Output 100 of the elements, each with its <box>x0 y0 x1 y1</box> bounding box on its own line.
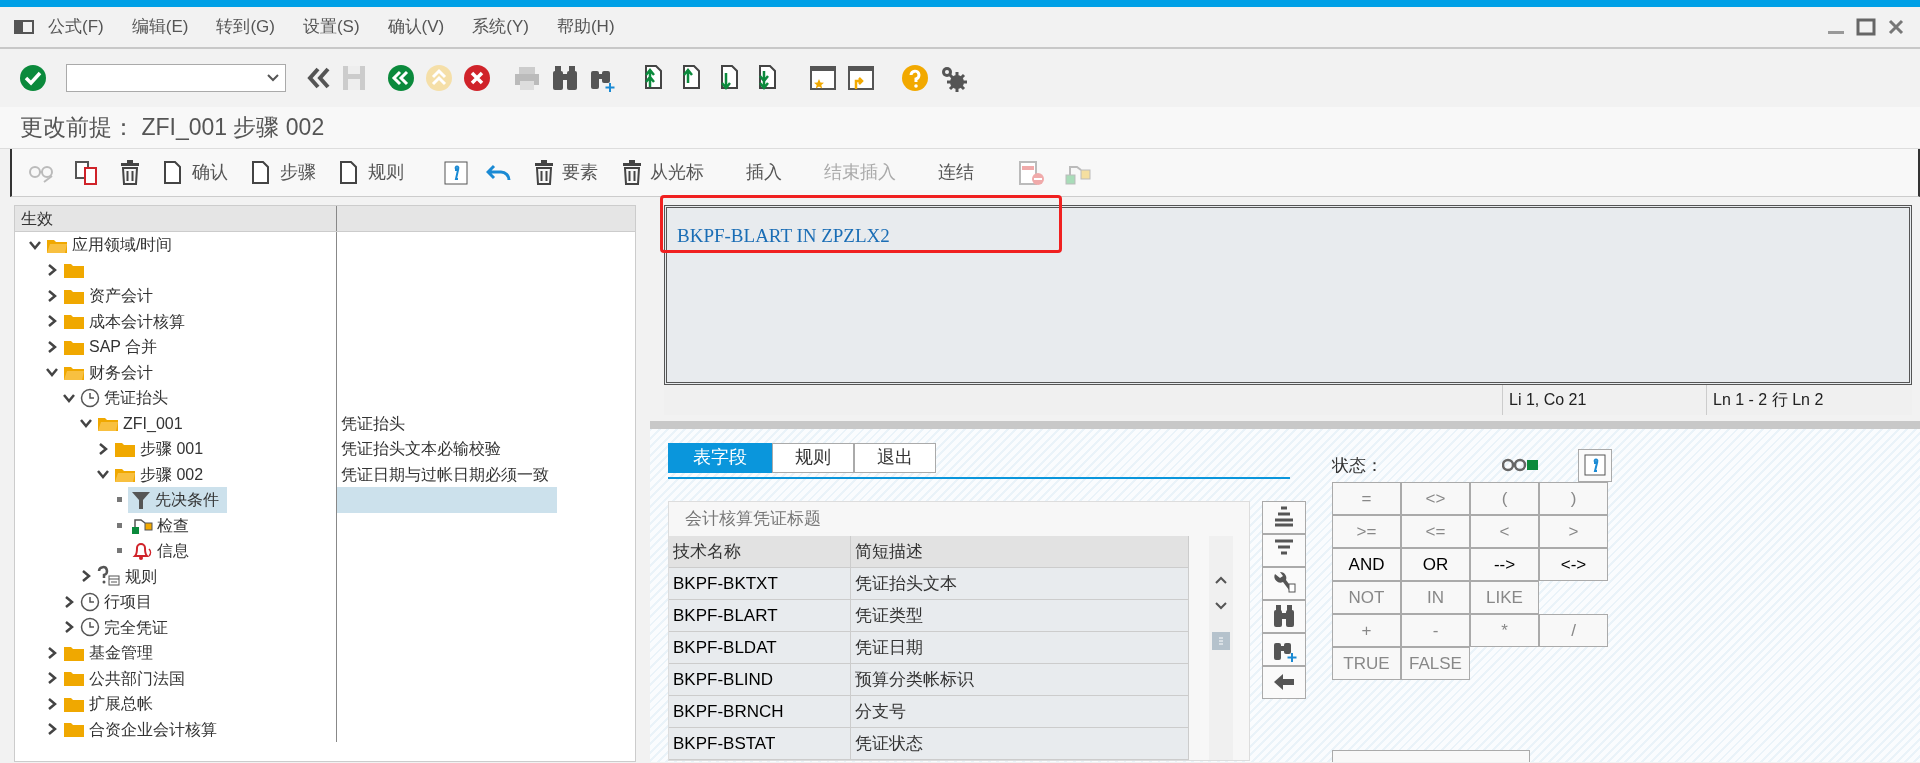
toolbar-button[interactable]: 规则 <box>330 157 412 188</box>
tab[interactable]: 退出 <box>854 442 936 473</box>
tree-item[interactable]: 步骤 002 <box>111 461 204 487</box>
menu-icon[interactable] <box>14 19 34 35</box>
menu-item[interactable]: 编辑(E) <box>117 14 203 40</box>
new-window-icon[interactable] <box>808 63 838 93</box>
maximize-icon[interactable] <box>1856 17 1876 37</box>
table-cell[interactable]: 分支号 <box>851 695 1189 727</box>
group-title: 会计核算凭证标题 <box>684 507 822 530</box>
operator-button[interactable]: <-> <box>1539 547 1608 581</box>
check-icon[interactable] <box>18 63 48 93</box>
expand-icon[interactable] <box>46 723 58 736</box>
collapse-icon[interactable] <box>46 367 58 378</box>
binoculars-button[interactable] <box>1262 599 1306 633</box>
scroll-thumb-icon[interactable] <box>1212 631 1230 650</box>
description-text: 凭证抬头文本必输校验 <box>341 440 501 457</box>
toolbar-button[interactable]: 从光标 <box>612 157 712 188</box>
tree-item[interactable]: SAP 合并 <box>60 334 158 360</box>
menu-item[interactable]: 帮助(H) <box>542 14 629 40</box>
table-cell[interactable]: BKPF-BKTXT <box>669 567 851 599</box>
info-button[interactable] <box>1578 448 1612 482</box>
tree-item[interactable]: 基金管理 <box>60 640 153 666</box>
tree-item[interactable]: 行项目 <box>77 589 152 615</box>
table-cell[interactable]: 预算分类帐标识 <box>851 663 1189 695</box>
table-cell[interactable]: BKPF-BLART <box>669 599 851 631</box>
expand-icon[interactable] <box>97 442 109 455</box>
question-table-icon <box>97 565 121 588</box>
scroll-down-icon[interactable] <box>1215 601 1227 610</box>
operator-button[interactable]: AND <box>1332 547 1401 581</box>
toolbar-button[interactable]: 连结 <box>930 157 982 188</box>
scroll-up-icon[interactable] <box>1215 575 1227 584</box>
expand-icon[interactable] <box>46 264 58 277</box>
command-field[interactable] <box>66 64 286 92</box>
scrollbar[interactable] <box>1209 535 1233 760</box>
expand-icon[interactable] <box>46 672 58 685</box>
table-cell[interactable]: 凭证抬头文本 <box>851 567 1189 599</box>
binoculars-icon <box>1271 603 1297 630</box>
collapse-icon[interactable] <box>80 418 92 429</box>
description-text: 凭证抬头 <box>341 414 405 432</box>
expand-icon[interactable] <box>80 570 92 583</box>
table-cell[interactable]: BKPF-BRNCH <box>669 695 851 727</box>
tree-item[interactable]: 规则 <box>94 563 157 589</box>
splitter-handle[interactable] <box>650 421 1920 429</box>
tree-item[interactable]: 合资企业会计核算 <box>60 716 217 742</box>
toolbar-button[interactable]: 要素 <box>524 157 606 188</box>
binoculars-plus-button[interactable] <box>1262 632 1306 666</box>
collapse-icon[interactable] <box>97 469 109 480</box>
filter-lines-button[interactable] <box>1262 533 1306 567</box>
expand-icon[interactable] <box>46 315 58 328</box>
table-cell[interactable]: 凭证类型 <box>851 599 1189 631</box>
screen-title: 更改前提： ZFI_001 步骤 002 <box>20 113 325 143</box>
operator-button[interactable]: OR <box>1401 547 1470 581</box>
folder-icon <box>63 669 85 688</box>
tree-item[interactable]: ZFI_001 <box>94 410 183 436</box>
wrench-button[interactable] <box>1262 566 1306 600</box>
table-cell[interactable]: 凭证状态 <box>851 727 1189 759</box>
cancel-icon[interactable] <box>462 63 492 93</box>
toolbar-button[interactable]: 插入 <box>738 157 790 188</box>
dropdown-icon[interactable] <box>267 74 279 82</box>
operator-button[interactable]: --> <box>1470 547 1539 581</box>
expand-icon[interactable] <box>63 621 75 634</box>
tree-item[interactable]: 检查 <box>128 512 189 538</box>
menu-item[interactable]: 公式(F) <box>34 14 118 40</box>
tab[interactable]: 规则 <box>772 442 854 473</box>
menu-item[interactable]: 转到(G) <box>202 14 289 40</box>
back-circle-icon[interactable] <box>386 63 416 93</box>
tree-item[interactable]: 扩展总帐 <box>60 691 153 717</box>
menu-item[interactable]: 设置(S) <box>288 14 374 40</box>
tree-item[interactable]: 成本会计核算 <box>60 308 185 334</box>
sort-ascending-button[interactable] <box>1262 500 1306 534</box>
tree-item[interactable]: 应用领域/时间 <box>43 232 173 258</box>
tree-item[interactable]: 完全凭证 <box>77 614 168 640</box>
collapse-icon[interactable] <box>29 239 41 250</box>
tree-item[interactable]: 信息 <box>128 538 189 564</box>
expand-icon[interactable] <box>46 289 58 302</box>
code-editor[interactable]: BKPF-BLART IN ZPZLX2 <box>664 205 1912 385</box>
tree-item[interactable]: 步骤 001 <box>111 436 204 462</box>
tree-item[interactable]: 凭证抬头 <box>77 385 168 411</box>
toolbar-button[interactable]: 步骤 <box>242 157 324 188</box>
table-cell[interactable]: BKPF-BLIND <box>669 663 851 695</box>
toolbar-button[interactable]: 确认 <box>154 157 236 188</box>
tree-item[interactable]: 财务会计 <box>60 359 153 385</box>
binoculars-icon[interactable] <box>550 63 580 93</box>
menu-item[interactable]: 确认(V) <box>373 14 459 40</box>
expand-icon[interactable] <box>46 697 58 710</box>
status-text: Li 1, Co 21 <box>1502 385 1706 415</box>
expand-icon[interactable] <box>46 340 58 353</box>
tree-item[interactable]: 资产会计 <box>60 283 153 309</box>
table-cell[interactable]: BKPF-BSTAT <box>669 727 851 759</box>
back-arrow-button[interactable] <box>1262 665 1306 699</box>
expand-icon[interactable] <box>46 646 58 659</box>
tree-item[interactable]: 公共部门法国 <box>60 665 185 691</box>
table-cell[interactable]: BKPF-BLDAT <box>669 631 851 663</box>
tree-item[interactable]: 先决条件 <box>128 487 227 513</box>
close-icon[interactable] <box>1886 17 1906 37</box>
table-cell[interactable]: 凭证日期 <box>851 631 1189 663</box>
expand-icon[interactable] <box>63 595 75 608</box>
collapse-icon[interactable] <box>63 392 75 403</box>
document-icon <box>162 159 184 186</box>
menu-item[interactable]: 系统(Y) <box>458 14 543 40</box>
